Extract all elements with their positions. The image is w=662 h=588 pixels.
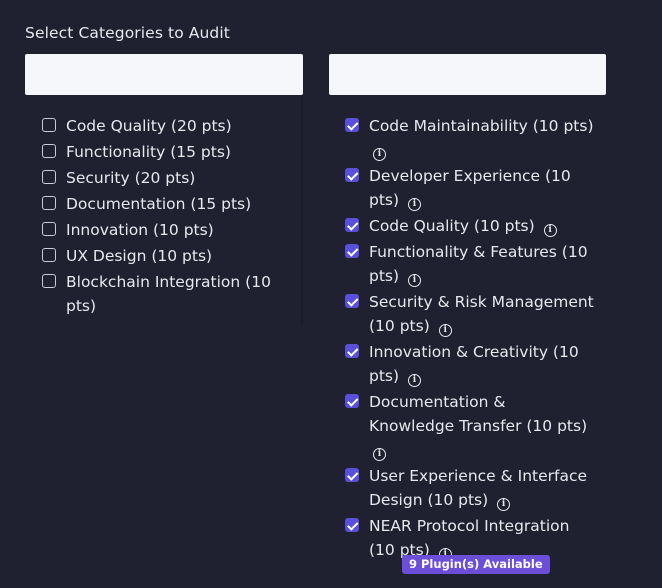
- plugin-checkbox[interactable]: [345, 468, 359, 482]
- category-item[interactable]: Functionality (15 pts): [42, 140, 282, 164]
- plugin-label[interactable]: User Experience & Interface Design (10 p…: [369, 467, 587, 509]
- category-checkbox[interactable]: [42, 248, 56, 262]
- plugin-label[interactable]: NEAR Protocol Integration (10 pts): [369, 517, 570, 559]
- plugin-item[interactable]: User Experience & Interface Design (10 p…: [345, 464, 595, 512]
- category-item[interactable]: Blockchain Integration (10 pts): [42, 270, 282, 318]
- plugin-checkbox[interactable]: [345, 518, 359, 532]
- plugin-label[interactable]: Functionality & Features (10 pts): [369, 243, 588, 285]
- plugin-item[interactable]: Developer Experience (10 pts) i: [345, 164, 595, 212]
- plugin-checkbox[interactable]: [345, 344, 359, 358]
- info-icon[interactable]: i: [497, 498, 511, 511]
- plugin-item[interactable]: Security & Risk Management (10 pts) i: [345, 290, 595, 338]
- plugins-available-badge: 9 Plugin(s) Available: [402, 555, 550, 574]
- info-icon[interactable]: i: [407, 274, 421, 287]
- plugin-item[interactable]: Innovation & Creativity (10 pts) i: [345, 340, 595, 388]
- section-title: Select Categories to Audit: [25, 24, 230, 42]
- category-checkbox[interactable]: [42, 170, 56, 184]
- plugin-label[interactable]: Innovation & Creativity (10 pts): [369, 343, 579, 385]
- info-icon[interactable]: i: [373, 448, 386, 461]
- category-label[interactable]: Functionality (15 pts): [66, 140, 282, 164]
- plugin-search-input[interactable]: [329, 54, 606, 95]
- category-label[interactable]: Blockchain Integration (10 pts): [66, 270, 282, 318]
- category-checkbox[interactable]: [42, 222, 56, 236]
- column-divider: [301, 96, 303, 326]
- category-label[interactable]: UX Design (10 pts): [66, 244, 282, 268]
- plugin-label[interactable]: Security & Risk Management (10 pts): [369, 293, 594, 335]
- category-search-input[interactable]: [25, 54, 303, 95]
- plugin-item[interactable]: Code Quality (10 pts) i: [345, 214, 595, 238]
- plugin-checkbox[interactable]: [345, 218, 359, 232]
- plugin-item[interactable]: Documentation & Knowledge Transfer (10 p…: [345, 390, 595, 462]
- plugin-checkbox[interactable]: [345, 394, 359, 408]
- category-checkbox[interactable]: [42, 118, 56, 132]
- category-item[interactable]: Documentation (15 pts): [42, 192, 282, 216]
- info-icon[interactable]: i: [438, 324, 452, 337]
- plugin-checkbox[interactable]: [345, 294, 359, 308]
- plugin-label[interactable]: Developer Experience (10 pts): [369, 167, 571, 209]
- category-label[interactable]: Code Quality (20 pts): [66, 114, 282, 138]
- category-item[interactable]: UX Design (10 pts): [42, 244, 282, 268]
- plugin-label[interactable]: Documentation & Knowledge Transfer (10 p…: [369, 393, 587, 435]
- plugin-checkbox[interactable]: [345, 118, 359, 132]
- category-checkbox[interactable]: [42, 196, 56, 210]
- category-checkbox[interactable]: [42, 144, 56, 158]
- plugin-checkbox[interactable]: [345, 244, 359, 258]
- plugin-checkbox[interactable]: [345, 168, 359, 182]
- plugin-label[interactable]: Code Quality (10 pts): [369, 217, 535, 235]
- info-icon[interactable]: i: [407, 198, 421, 211]
- info-icon[interactable]: i: [543, 224, 557, 237]
- plugin-item[interactable]: Functionality & Features (10 pts) i: [345, 240, 595, 288]
- category-item[interactable]: Code Quality (20 pts): [42, 114, 282, 138]
- category-list: Code Quality (20 pts) Functionality (15 …: [42, 114, 282, 320]
- category-label[interactable]: Security (20 pts): [66, 166, 282, 190]
- plugin-item[interactable]: Code Maintainability (10 pts) i: [345, 114, 595, 162]
- plugin-label[interactable]: Code Maintainability (10 pts): [369, 117, 594, 135]
- plugin-list: Code Maintainability (10 pts) i Develope…: [345, 114, 595, 564]
- category-item[interactable]: Security (20 pts): [42, 166, 282, 190]
- info-icon[interactable]: i: [407, 374, 421, 387]
- category-label[interactable]: Documentation (15 pts): [66, 192, 282, 216]
- category-checkbox[interactable]: [42, 274, 56, 288]
- category-item[interactable]: Innovation (10 pts): [42, 218, 282, 242]
- category-label[interactable]: Innovation (10 pts): [66, 218, 282, 242]
- info-icon[interactable]: i: [373, 148, 386, 161]
